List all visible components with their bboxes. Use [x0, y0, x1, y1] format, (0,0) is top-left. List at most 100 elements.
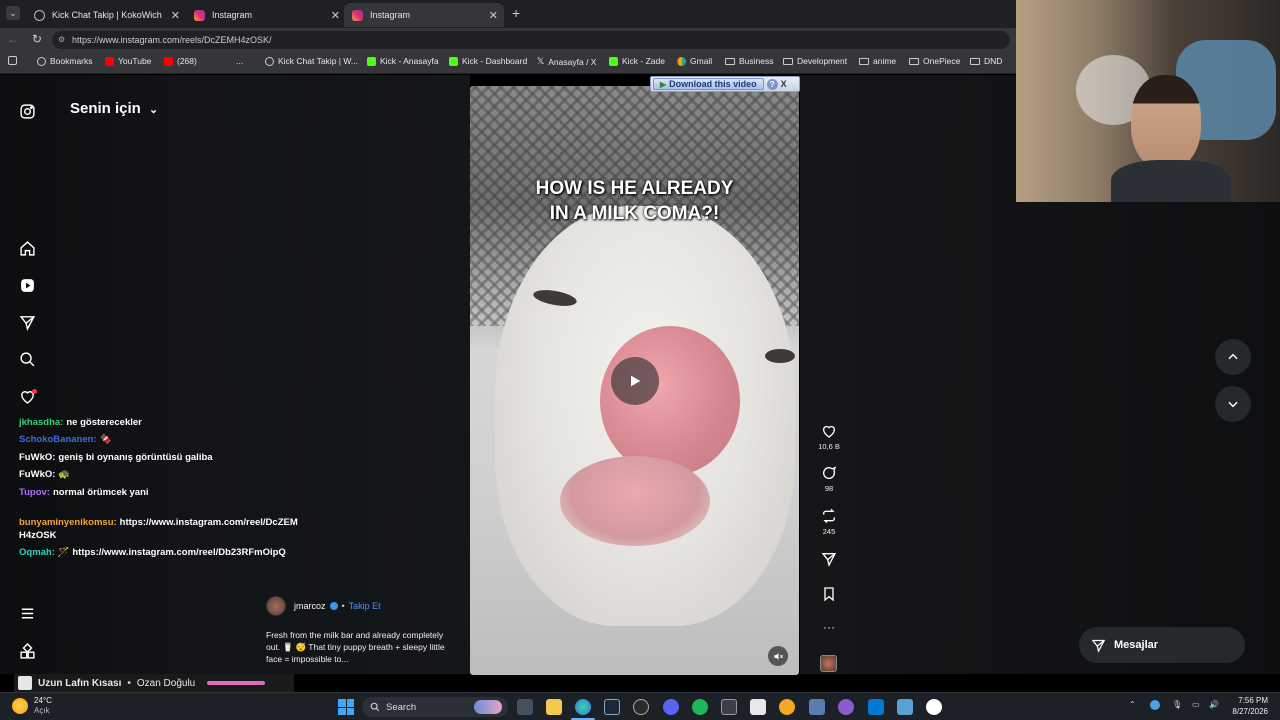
weather-widget[interactable]: 24°C Açık: [34, 696, 52, 716]
bookmark-folder-development[interactable]: Development: [783, 56, 847, 66]
app-icon[interactable]: [897, 699, 913, 715]
feed-selector[interactable]: Senin için ⌄: [70, 100, 158, 117]
github-icon[interactable]: [838, 699, 854, 715]
download-label: Download this video: [669, 79, 757, 89]
heart-icon[interactable]: [17, 386, 37, 406]
chevron-down-icon: ⌄: [149, 104, 159, 116]
reels-icon[interactable]: [17, 275, 37, 295]
close-tab-icon[interactable]: ✕: [489, 9, 498, 22]
new-tab-button[interactable]: +: [512, 5, 520, 21]
app-icon[interactable]: [721, 699, 737, 715]
person-head: [1131, 75, 1201, 170]
bookmark-kick-anasayfa[interactable]: Kick - Anasayfa: [367, 56, 439, 66]
close-tab-icon[interactable]: ✕: [171, 9, 180, 22]
url-field[interactable]: ⚙ https://www.instagram.com/reels/DcZEMH…: [52, 31, 1010, 49]
onedrive-icon[interactable]: [1150, 700, 1160, 710]
edge-icon[interactable]: [575, 699, 591, 715]
discord-icon[interactable]: [663, 699, 679, 715]
bookmark-kick-chat[interactable]: Kick Chat Takip | W...: [265, 56, 358, 66]
repost-count: 245: [822, 527, 836, 536]
bookmark-folder-business[interactable]: Business: [725, 56, 774, 66]
task-view-icon[interactable]: [517, 699, 533, 715]
volume-icon[interactable]: 🔊: [1209, 700, 1219, 709]
clock[interactable]: 7:56 PM 8/27/2026: [1228, 695, 1268, 717]
chat-text: 🍫: [99, 434, 112, 445]
search-icon[interactable]: [17, 349, 37, 369]
back-icon[interactable]: ←: [7, 32, 19, 46]
mute-button[interactable]: [768, 646, 788, 666]
chrome-icon[interactable]: [926, 699, 942, 715]
start-icon[interactable]: [338, 699, 354, 715]
obs-icon[interactable]: [633, 699, 649, 715]
bookmark-folder-onepiece[interactable]: OnePiece: [909, 56, 960, 66]
bookmark-youtube-268[interactable]: (268): [164, 56, 197, 66]
tab-list-button[interactable]: ⌄: [6, 6, 20, 20]
help-icon[interactable]: ?: [766, 78, 778, 90]
close-tab-icon[interactable]: ✕: [331, 9, 340, 22]
bookmark-label: Bookmarks: [50, 56, 93, 66]
post-caption[interactable]: Fresh from the milk bar and already comp…: [266, 629, 456, 665]
instagram-icon[interactable]: [17, 101, 37, 121]
tab-kick-chat[interactable]: Kick Chat Takip | KokoWich ✕: [26, 3, 186, 27]
more-options-button[interactable]: ···: [815, 620, 843, 634]
like-button[interactable]: 10,6 B: [815, 423, 843, 451]
chat-text: 🐢: [58, 469, 71, 480]
heart-icon: [823, 425, 835, 438]
blender-icon[interactable]: [779, 699, 795, 715]
notion-icon[interactable]: [750, 699, 766, 715]
play-button[interactable]: [611, 357, 659, 405]
play-icon: [631, 375, 641, 387]
globe-icon: [37, 56, 46, 66]
comment-button[interactable]: 98: [815, 465, 843, 493]
messages-button[interactable]: Mesajlar: [1079, 627, 1245, 663]
weather-sun-icon[interactable]: [12, 698, 28, 714]
site-info-icon[interactable]: ⚙: [58, 31, 65, 49]
reload-icon[interactable]: ↻: [32, 32, 42, 46]
apps-icon[interactable]: [17, 641, 37, 661]
steam-icon[interactable]: [604, 699, 620, 715]
separator-dot: •: [341, 601, 345, 611]
repost-button[interactable]: 245: [815, 508, 843, 536]
audio-thumbnail[interactable]: [820, 655, 837, 672]
bookmark-label: anime: [873, 56, 897, 66]
taskbar-search[interactable]: Search: [362, 697, 508, 717]
previous-reel-button[interactable]: [1215, 339, 1251, 375]
folder-icon: [783, 57, 793, 65]
network-icon[interactable]: ▭: [1192, 700, 1200, 709]
bookmark-x[interactable]: 𝕏 Anasayfa / X: [537, 56, 596, 67]
home-icon[interactable]: [17, 238, 37, 258]
bookmark-youtube[interactable]: YouTube: [105, 56, 151, 66]
bookmark-gmail[interactable]: Gmail: [677, 56, 712, 66]
download-video-button[interactable]: ▶ Download this video: [653, 78, 764, 90]
bookmark-folder-anime[interactable]: anime: [859, 56, 896, 66]
follow-button[interactable]: Takip Et: [349, 601, 381, 611]
chevron-down-icon: [1228, 401, 1238, 408]
send-icon[interactable]: [17, 312, 37, 332]
bookmark-label: Kick - Dashboard: [462, 56, 528, 66]
bookmarks-menu-icon[interactable]: [8, 56, 17, 65]
menu-icon[interactable]: [17, 603, 37, 623]
avatar[interactable]: [266, 596, 286, 616]
next-reel-button[interactable]: [1215, 386, 1251, 422]
tab-instagram-2[interactable]: Instagram ✕: [344, 3, 504, 27]
file-explorer-icon[interactable]: [546, 699, 562, 715]
microphone-icon[interactable]: 🎙: [1172, 700, 1182, 709]
bookmark-more[interactable]: ...: [236, 56, 243, 66]
save-button[interactable]: [815, 586, 843, 605]
bookmark-kick-dashboard[interactable]: Kick - Dashboard: [449, 56, 527, 66]
app-icon[interactable]: [809, 699, 825, 715]
bookmark-folder-dnd[interactable]: DND: [970, 56, 1002, 66]
spotify-icon[interactable]: [692, 699, 708, 715]
bookmark-label: Kick - Anasayfa: [380, 56, 439, 66]
tab-instagram-1[interactable]: Instagram ✕: [186, 3, 346, 27]
bookmark-label: YouTube: [118, 56, 152, 66]
vscode-icon[interactable]: [868, 699, 884, 715]
close-icon[interactable]: X: [781, 79, 787, 89]
share-button[interactable]: [815, 551, 843, 570]
weather-temp: 24°C: [34, 696, 52, 705]
bookmark-kick-zade[interactable]: Kick - Zade: [609, 56, 665, 66]
bookmark-bookmarks[interactable]: Bookmarks: [37, 56, 93, 66]
author-username[interactable]: jmarcoz: [294, 601, 326, 611]
tray-overflow-icon[interactable]: ⌃: [1129, 700, 1136, 709]
reel-video[interactable]: HOW IS HE ALREADY IN A MILK COMA?!: [470, 86, 799, 675]
